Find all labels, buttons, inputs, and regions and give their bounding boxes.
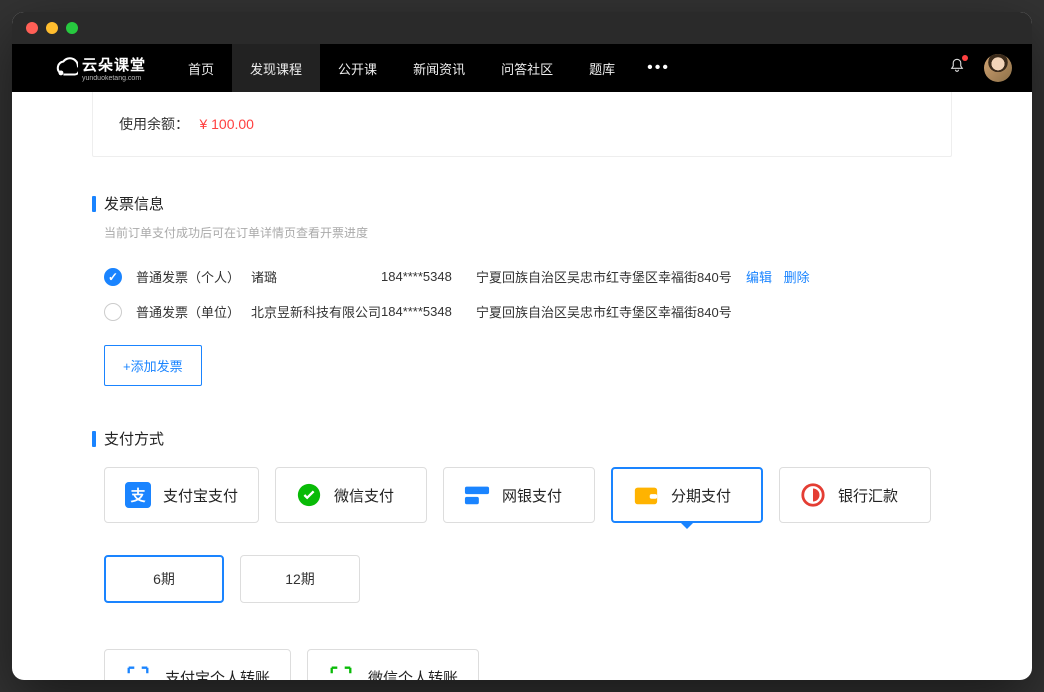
invoice-section-subtitle: 当前订单支付成功后可在订单详情页查看开票进度 [104,224,952,241]
invoice-section-head: 发票信息 [92,193,952,214]
wallet-icon [633,482,659,508]
transfer-label: 支付宝个人转账 [165,667,270,681]
invoice-section: 发票信息 当前订单支付成功后可在订单详情页查看开票进度 普通发票（个人） 诸璐 … [92,193,952,386]
invoice-address: 宁夏回族自治区吴忠市红寺堡区幸福街840号 [476,267,746,286]
window-titlebar [12,12,1032,44]
nav-open-courses[interactable]: 公开课 [320,44,395,92]
invoice-section-title: 发票信息 [104,193,164,214]
section-bar-icon [92,431,96,447]
pay-method-label: 微信支付 [334,485,394,506]
pay-method-bank[interactable]: 银行汇款 [779,467,931,523]
invoice-phone: 184****5348 [381,269,476,284]
invoice-row-company[interactable]: 普通发票（单位） 北京昱新科技有限公司 184****5348 宁夏回族自治区吴… [92,294,952,329]
pay-method-label: 网银支付 [502,485,562,506]
logo-text: 云朵课堂 [82,57,146,74]
wechat-icon [296,482,322,508]
top-nav: 云朵课堂 yunduoketang.com 首页 发现课程 公开课 新闻资讯 问… [12,44,1032,92]
transfer-alipay-personal[interactable]: 支付宝个人转账 [104,649,291,680]
invoice-row-actions: 编辑 删除 [746,267,818,286]
period-6[interactable]: 6期 [104,555,224,603]
invoice-row-personal[interactable]: 普通发票（个人） 诸璐 184****5348 宁夏回族自治区吴忠市红寺堡区幸福… [92,259,952,294]
unionpay-icon [464,482,490,508]
installment-period-row: 6期 12期 [104,555,952,603]
svg-text:支: 支 [131,487,146,505]
pay-method-unionpay[interactable]: 网银支付 [443,467,595,523]
app-window: 云朵课堂 yunduoketang.com 首页 发现课程 公开课 新闻资讯 问… [12,12,1032,680]
payment-section: 支付方式 支 支付宝支付 微信支付 [92,428,952,680]
invoice-type: 普通发票（单位） [136,302,251,321]
invoice-edit-link[interactable]: 编辑 [746,270,772,285]
user-avatar[interactable] [984,54,1012,82]
payment-methods-row: 支 支付宝支付 微信支付 网银支付 [104,467,952,523]
pay-method-label: 银行汇款 [838,485,898,506]
invoice-name: 诸璐 [251,267,381,286]
add-invoice-button[interactable]: +添加发票 [104,345,202,386]
invoice-name: 北京昱新科技有限公司 [251,302,381,321]
payment-section-head: 支付方式 [92,428,952,449]
period-12[interactable]: 12期 [240,555,360,603]
invoice-delete-link[interactable]: 删除 [784,270,810,285]
payment-section-title: 支付方式 [104,428,164,449]
main-content: 使用余额： ¥ 100.00 发票信息 当前订单支付成功后可在订单详情页查看开票… [12,92,1032,680]
cloud-logo-icon [52,55,78,81]
transfer-wechat-personal[interactable]: 微信个人转账 [307,649,479,680]
pay-method-label: 分期支付 [671,485,731,506]
transfer-label: 微信个人转账 [368,667,458,681]
balance-box: 使用余额： ¥ 100.00 [92,92,952,157]
nav-discover-courses[interactable]: 发现课程 [232,44,320,92]
balance-label: 使用余额： [119,116,189,132]
notification-bell-button[interactable] [948,57,966,80]
nav-question-bank[interactable]: 题库 [571,44,633,92]
pay-method-wechat[interactable]: 微信支付 [275,467,427,523]
invoice-type: 普通发票（个人） [136,267,251,286]
pay-method-installment[interactable]: 分期支付 [611,467,763,523]
nav-home[interactable]: 首页 [170,44,232,92]
nav-qa-community[interactable]: 问答社区 [483,44,571,92]
section-bar-icon [92,196,96,212]
pay-method-alipay[interactable]: 支 支付宝支付 [104,467,259,523]
avatar-image [984,54,1012,82]
scan-alipay-icon [125,664,151,680]
logo[interactable]: 云朵课堂 yunduoketang.com [52,54,146,82]
pay-method-label: 支付宝支付 [163,485,238,506]
invoice-radio[interactable] [104,303,122,321]
invoice-address: 宁夏回族自治区吴忠市红寺堡区幸福街840号 [476,302,746,321]
window-close-button[interactable] [26,22,38,34]
notification-dot [962,55,968,61]
nav-news[interactable]: 新闻资讯 [395,44,483,92]
invoice-radio-checked[interactable] [104,268,122,286]
scan-wechat-icon [328,664,354,680]
balance-amount: ¥ 100.00 [199,116,254,132]
bank-icon [800,482,826,508]
logo-subtext: yunduoketang.com [82,75,146,82]
transfer-row: 支付宝个人转账 微信个人转账 [104,649,952,680]
window-minimize-button[interactable] [46,22,58,34]
nav-more-button[interactable]: ••• [633,59,684,77]
window-maximize-button[interactable] [66,22,78,34]
invoice-phone: 184****5348 [381,304,476,319]
alipay-icon: 支 [125,482,151,508]
